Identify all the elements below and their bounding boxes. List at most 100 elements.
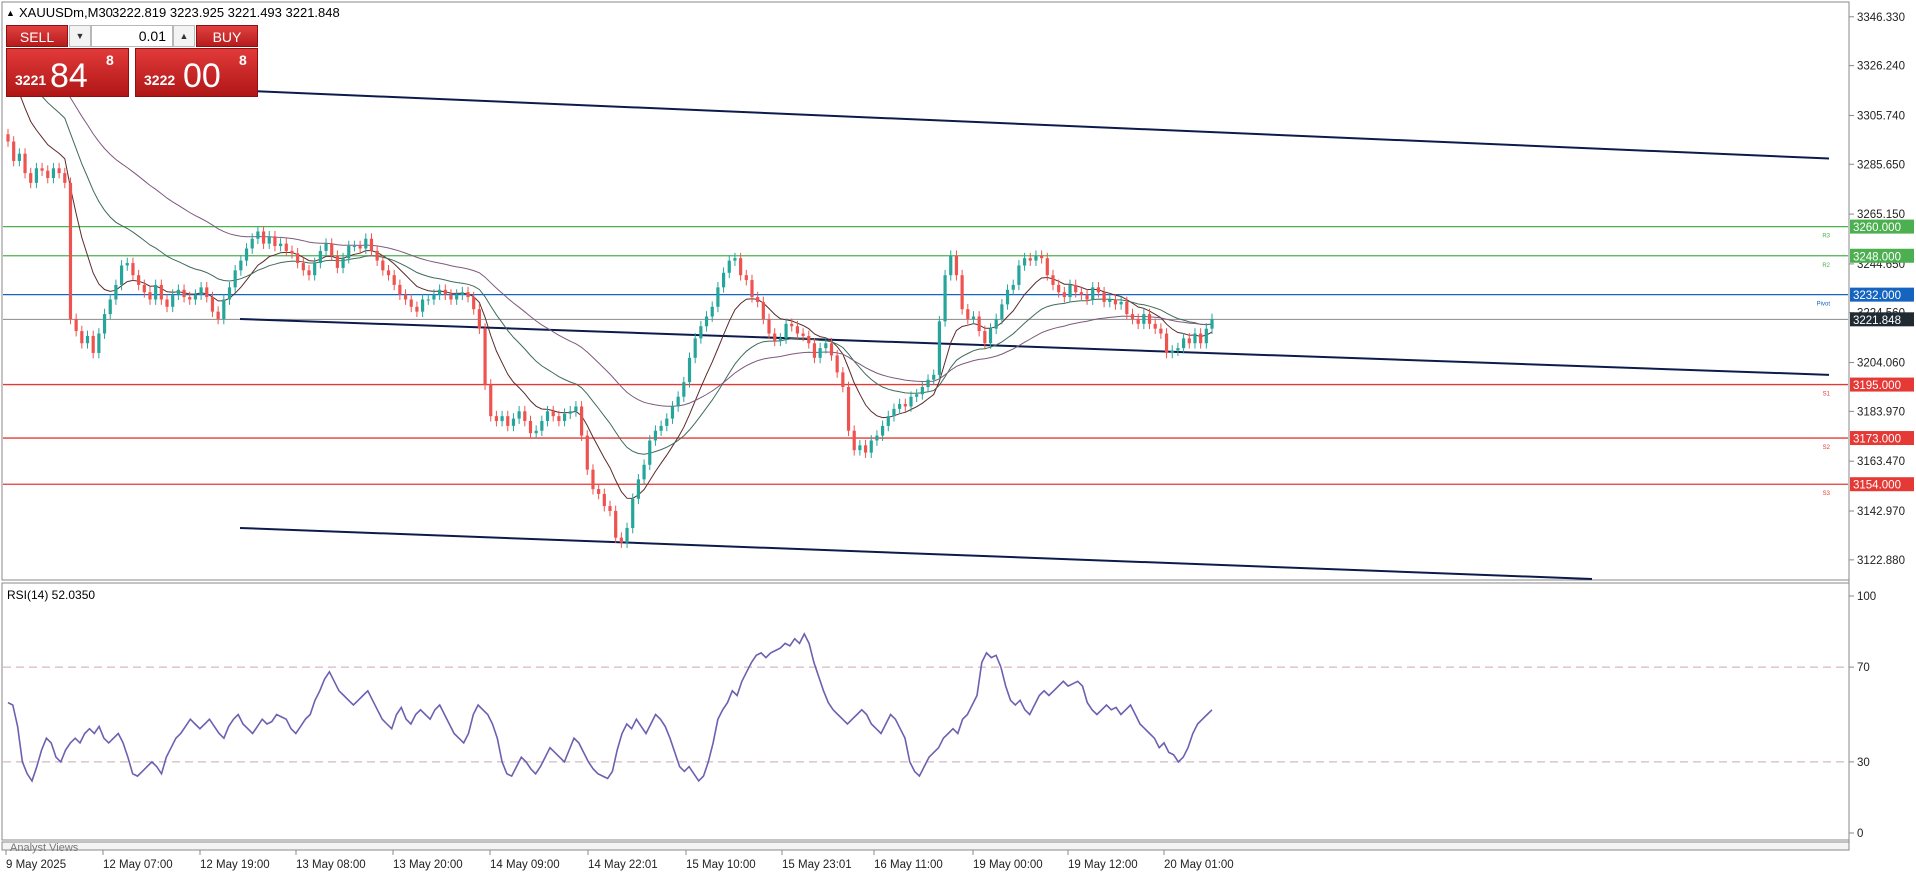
candle-body: [721, 272, 726, 288]
candle-body: [119, 265, 124, 285]
candle-body: [773, 333, 777, 341]
candle-body: [625, 527, 629, 543]
rsi-label: RSI(14) 52.0350: [7, 588, 95, 602]
candle-body: [6, 134, 10, 142]
buy-price-pips: 00: [183, 57, 221, 95]
level-price-label: 3232.000: [1853, 290, 1901, 302]
candle-body: [171, 294, 175, 307]
candle-body: [500, 416, 504, 422]
candle-body: [290, 250, 294, 254]
candle-body: [1017, 265, 1021, 285]
candle-body: [988, 328, 993, 344]
candle-body: [534, 430, 538, 434]
candle-body: [1034, 255, 1038, 261]
chart-canvas[interactable]: 3346.330 3326.240 3305.740 3285.650 3265.150…: [0, 0, 1916, 874]
candle-body: [659, 425, 663, 431]
candle-body: [239, 260, 243, 271]
candle-body: [261, 231, 266, 244]
candle-body: [687, 357, 692, 383]
lot-size-input[interactable]: [91, 25, 173, 47]
collapse-triangle-icon[interactable]: ▲: [6, 8, 15, 18]
candle-body: [852, 430, 856, 451]
candle-body: [443, 289, 447, 295]
level-tag-s2: S2: [1823, 445, 1831, 451]
candle-body: [966, 309, 970, 319]
candle-body: [131, 263, 135, 276]
current-price-label: 3221.848: [1853, 315, 1901, 327]
symbol-timeframe: XAUUSDm,M30: [19, 5, 113, 20]
candle-body: [154, 284, 158, 300]
candle-body: [1125, 301, 1129, 315]
price-axis-label: 3183.970: [1857, 406, 1905, 418]
time-axis-label: 13 May 20:00: [393, 859, 463, 871]
candle-body: [1136, 318, 1140, 324]
candle-body: [954, 255, 959, 276]
candle-body: [517, 411, 521, 419]
candle-body: [801, 333, 805, 336]
candle-body: [216, 311, 220, 319]
candle-body: [716, 287, 720, 307]
candle-body: [1028, 258, 1032, 261]
rsi-axis-label: 70: [1857, 662, 1870, 674]
candle-body: [608, 506, 612, 511]
candle-body: [1096, 287, 1101, 293]
buy-button[interactable]: BUY: [196, 25, 258, 47]
buy-price-box[interactable]: 3222 00 8: [135, 48, 258, 97]
candle-body: [574, 406, 578, 412]
sell-price-box[interactable]: 3221 84 8: [6, 48, 129, 97]
candle-body: [455, 294, 459, 300]
candle-body: [335, 255, 339, 268]
candle-body: [477, 309, 481, 329]
time-axis-label: 19 May 00:00: [973, 859, 1043, 871]
candle-body: [324, 243, 328, 251]
lot-increase-icon[interactable]: ▲: [173, 25, 195, 47]
candle-body: [1091, 287, 1095, 300]
candle-body: [818, 348, 822, 358]
candle-body: [1085, 294, 1089, 300]
candle-body: [1164, 333, 1169, 353]
candle-body: [631, 498, 635, 528]
candle-body: [790, 323, 794, 327]
candle-body: [176, 289, 180, 295]
candle-body: [1005, 289, 1010, 305]
time-axis-label: 13 May 08:00: [296, 859, 366, 871]
candle-body: [784, 323, 788, 339]
candle-body: [46, 170, 50, 178]
candle-body: [426, 299, 430, 301]
level-tag-pivot: Pivot: [1817, 302, 1831, 308]
price-axis-label: 3285.650: [1857, 159, 1905, 171]
candle-body: [653, 430, 658, 441]
candle-body: [483, 328, 487, 385]
candle-body: [199, 287, 203, 295]
candle-body: [375, 250, 379, 261]
candle-body: [159, 284, 163, 300]
time-axis-label: 12 May 19:00: [200, 859, 270, 871]
main-chart-frame: [1, 1, 1850, 581]
candle-body: [1102, 292, 1106, 302]
candle-body: [739, 258, 743, 276]
candle-body: [296, 253, 300, 264]
level-price-label: 3154.000: [1853, 480, 1901, 492]
sell-button[interactable]: SELL: [6, 25, 68, 47]
level-price-label: 3173.000: [1853, 434, 1901, 446]
candle-body: [665, 418, 669, 426]
candle-body: [869, 440, 873, 453]
candle-body: [682, 382, 686, 397]
candle-body: [182, 289, 186, 298]
level-tag-r2: R2: [1822, 263, 1830, 269]
candle-body: [267, 236, 271, 244]
candle-body: [903, 404, 907, 407]
candle-body: [114, 284, 118, 300]
lot-decrease-icon[interactable]: ▼: [69, 25, 91, 47]
candle-body: [1187, 338, 1191, 344]
candle-body: [1159, 328, 1163, 334]
candle-body: [222, 299, 226, 319]
candle-body: [1176, 348, 1180, 351]
candle-body: [330, 243, 334, 256]
candle-body: [420, 299, 425, 312]
candle-body: [68, 182, 73, 319]
candle-body: [545, 411, 550, 422]
candle-body: [227, 287, 232, 300]
candle-body: [710, 306, 714, 317]
candle-body: [795, 326, 800, 334]
